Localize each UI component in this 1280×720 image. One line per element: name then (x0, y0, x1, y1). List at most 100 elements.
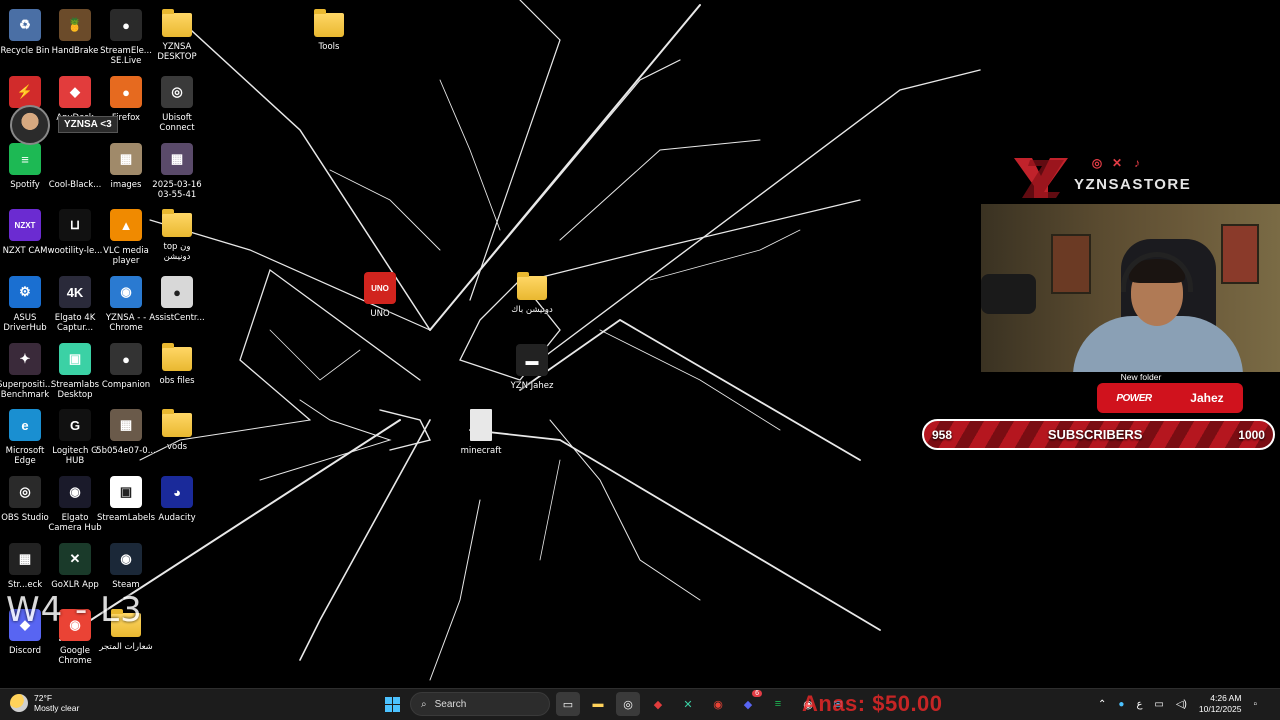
tooltip: YZNSA <3 (58, 116, 118, 133)
sponsor-power: POWER (1116, 392, 1152, 404)
recycle-bin-icon: ♻ (9, 9, 41, 41)
cool-black-icon (59, 143, 91, 175)
desktop-icon-label: UNO (370, 309, 390, 319)
desktop-icon-label: Tools (318, 42, 340, 52)
new-folder-label[interactable]: New folder (1086, 372, 1196, 382)
wall-poster (1051, 234, 1091, 294)
yzn-jahez-icon: ▬ (516, 344, 548, 376)
desktop-icon-top[interactable]: top ون دونيشن (147, 205, 207, 262)
yznsa-desktop-icon (162, 9, 192, 37)
logitech-g-hub-icon: G (59, 409, 91, 441)
streamlabels-icon: ▣ (110, 476, 142, 508)
desktop-icon-tools[interactable]: Tools (299, 5, 359, 52)
tiktok-icon: ♪ (1134, 156, 1140, 170)
obs-icon[interactable]: ◎ (616, 692, 640, 716)
desktop-icon-label: شعارات المتجر (99, 642, 153, 652)
microphone-icon[interactable]: ● (1118, 699, 1124, 710)
desktop-icon-label: Ubisoft Connect (159, 113, 195, 133)
microphone-icon (981, 274, 1036, 314)
chrome-icon[interactable]: ◉ (706, 692, 730, 716)
desktop-icon-2025-03-16-03-55-41[interactable]: ▦ 2025-03-16 03-55-41 (147, 139, 207, 200)
icon-icon: ⚡ (9, 76, 41, 108)
wall-poster (1221, 224, 1259, 284)
desktop-icon-icon[interactable]: دونيشن باك (502, 268, 562, 315)
steam-icon: ◉ (110, 543, 142, 575)
search-box[interactable]: ⌕ Search (410, 692, 550, 716)
wootility-le-icon: ⊔ (59, 209, 91, 241)
profile-avatar (10, 105, 50, 145)
taskbar: 72°F Mostly clear ⌕ Search ▭ ▬ ◎ ◆ ✕ ◉ ◆… (0, 688, 1280, 720)
network-icon[interactable]: ▭ (1154, 699, 1163, 710)
instagram-icon: ◎ (1091, 156, 1103, 170)
system-tray: ⌃ ● ع ▭ ◁) 4:26 AM 10/12/2025 ▫ (1098, 693, 1257, 715)
assistcentr-icon: ● (161, 276, 193, 308)
taskbar-apps: ⌕ Search ▭ ▬ ◎ ◆ ✕ ◉ ◆ 6 ≡ ◉ ✉ (380, 690, 850, 716)
search-placeholder: Search (434, 698, 467, 710)
desktop-icon-label: vods (166, 442, 188, 452)
superpositi-benchmark-icon: ✦ (9, 343, 41, 375)
start-button[interactable] (380, 692, 404, 716)
desktop-icon-uno[interactable]: UNO UNO (350, 268, 410, 319)
desktop-icon-yzn-jahez[interactable]: ▬ YZN Jahez (502, 340, 562, 391)
yz-logo-icon (1014, 158, 1068, 198)
anydesk-icon: ◆ (59, 76, 91, 108)
social-icons: ◎ ✕ ♪ (1090, 156, 1144, 170)
desktop: ♻ Recycle Bin 🍍 HandBrake ● StreamEle... SE.L… (0, 0, 1280, 688)
handbrake-icon: 🍍 (59, 9, 91, 41)
task-view-icon[interactable]: ▭ (556, 692, 580, 716)
desktop-icon-label: top ون دونيشن (163, 242, 191, 262)
elgato-4k-captur-icon: 4K (59, 276, 91, 308)
str-eck-icon: ▦ (9, 543, 41, 575)
desktop-icon-vods[interactable]: vods (147, 405, 207, 452)
streamele-se-live-icon: ● (110, 9, 142, 41)
asus-driverhub-icon: ⚙ (9, 276, 41, 308)
goxlr-icon[interactable]: ✕ (676, 692, 700, 716)
time: 4:26 AM (1210, 693, 1242, 703)
desktop-icon-ubisoft-connect[interactable]: ◎ Ubisoft Connect (147, 72, 207, 133)
brand-name: YZNSASTORE (1074, 176, 1192, 193)
input-language[interactable]: ع (1136, 699, 1142, 710)
companion-icon: ● (110, 343, 142, 375)
tools-icon (314, 9, 344, 37)
elgato-camera-hub-icon: ◉ (59, 476, 91, 508)
desktop-icon-yznsa-desktop[interactable]: YZNSA DESKTOP (147, 5, 207, 62)
desktop-icon-steam[interactable]: ◉ Steam (96, 539, 156, 590)
volume-icon[interactable]: ◁) (1176, 699, 1187, 710)
images-icon: ▦ (110, 143, 142, 175)
notification-badge: 6 (752, 690, 762, 697)
ubisoft-connect-icon: ◎ (161, 76, 193, 108)
desktop-icon-minecraft[interactable]: minecraft (451, 405, 511, 456)
notifications-icon[interactable]: ▫ (1253, 699, 1257, 710)
microsoft-edge-icon: e (9, 409, 41, 441)
nzxt-cam-icon: NZXT (9, 209, 41, 241)
desktop-icon-assistcentr[interactable]: ● AssistCentr... (147, 272, 207, 323)
subs-label: SUBSCRIBERS (1047, 427, 1143, 442)
spotify-icon[interactable]: ≡ (766, 692, 790, 716)
audacity-icon: ◕ (161, 476, 193, 508)
spotify-icon: ≡ (9, 143, 41, 175)
chevron-up-icon[interactable]: ⌃ (1098, 699, 1106, 710)
vlc-media-player-icon: ▲ (110, 209, 142, 241)
weather-widget[interactable]: 72°F Mostly clear (10, 693, 79, 713)
desktop-icon-label: YZN Jahez (510, 381, 554, 391)
vods-icon (162, 409, 192, 437)
desktop-icon-label: Steam (112, 580, 140, 590)
weather-temp: 72°F (34, 693, 53, 703)
donation-alert: Anas: $50.00 (802, 691, 943, 716)
obs-files-icon (162, 343, 192, 371)
desktop-icon-audacity[interactable]: ◕ Audacity (147, 472, 207, 523)
clock[interactable]: 4:26 AM 10/12/2025 (1199, 693, 1242, 715)
desktop-icon-label: minecraft (460, 446, 502, 456)
desktop-icon-label: YZNSA DESKTOP (157, 42, 197, 62)
x-icon: ✕ (1111, 156, 1123, 170)
file-explorer-icon[interactable]: ▬ (586, 692, 610, 716)
obs-studio-icon: ◎ (9, 476, 41, 508)
icon-icon (517, 272, 547, 300)
uno-icon: UNO (364, 272, 396, 304)
discord-icon[interactable]: ◆ 6 (736, 690, 762, 716)
anydesk-icon[interactable]: ◆ (646, 692, 670, 716)
desktop-icon-obs-files[interactable]: obs files (147, 339, 207, 386)
desktop-icon-label: AssistCentr... (149, 313, 205, 323)
stream-brand-banner: ◎ ✕ ♪ YZNSASTORE (1000, 148, 1280, 202)
date: 10/12/2025 (1198, 704, 1242, 714)
